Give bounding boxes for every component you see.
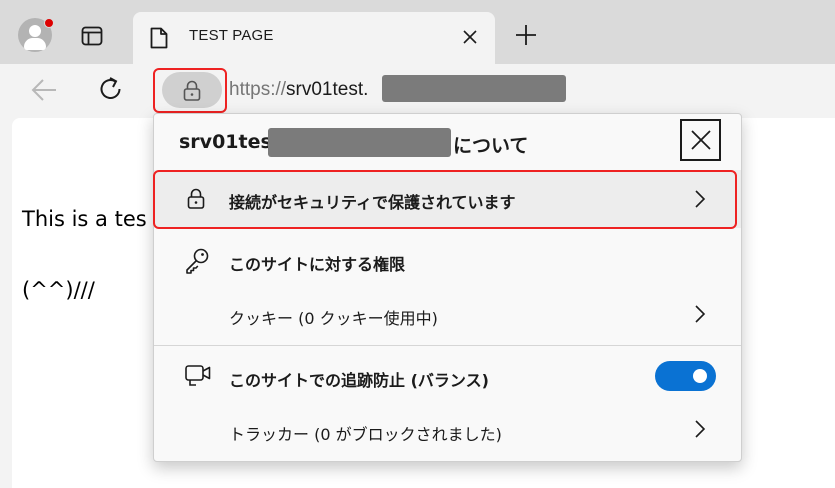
avatar-shoulders	[24, 38, 46, 50]
site-info-highlight	[153, 68, 227, 113]
page-text-line1: This is a tes	[22, 207, 147, 231]
tab-test-page[interactable]: TEST PAGE	[133, 12, 495, 64]
url-scheme: https://	[229, 79, 287, 100]
popup-title-suffix: について	[453, 135, 529, 157]
notification-dot	[44, 18, 54, 28]
chevron-right-icon	[695, 305, 706, 323]
popup-divider	[154, 345, 741, 346]
popup-close-button[interactable]	[680, 119, 721, 161]
toggle-knob	[693, 369, 707, 383]
camera-icon	[185, 365, 211, 386]
close-icon	[691, 130, 711, 150]
plus-icon[interactable]	[515, 24, 537, 46]
trackers-label: トラッカー (0 がブロックされました)	[229, 425, 502, 444]
close-tab-icon[interactable]	[461, 28, 479, 46]
profile-avatar[interactable]	[18, 18, 54, 52]
tab-strip: TEST PAGE	[0, 0, 835, 64]
refresh-icon[interactable]	[98, 75, 124, 103]
url-text[interactable]: https://srv01test.	[229, 79, 368, 101]
tracking-prevention-toggle[interactable]	[655, 361, 716, 391]
tab-actions-icon[interactable]	[80, 24, 104, 48]
site-permissions-label: このサイトに対する権限	[229, 255, 406, 274]
page-text-line2: (^^)///	[22, 278, 95, 302]
back-arrow-icon[interactable]	[30, 78, 58, 102]
url-redaction	[382, 75, 566, 102]
tracking-prevention-label: このサイトでの追跡防止 (バランス)	[229, 371, 489, 390]
avatar-head	[29, 25, 41, 37]
connection-secure-highlight	[153, 170, 737, 229]
page-icon	[150, 27, 168, 49]
tab-title: TEST PAGE	[189, 27, 274, 44]
popup-title-redaction	[268, 128, 451, 157]
cookies-label: クッキー (0 クッキー使用中)	[229, 309, 438, 328]
key-icon	[186, 248, 209, 274]
chevron-right-icon	[695, 420, 706, 438]
url-host: srv01test.	[286, 79, 369, 100]
